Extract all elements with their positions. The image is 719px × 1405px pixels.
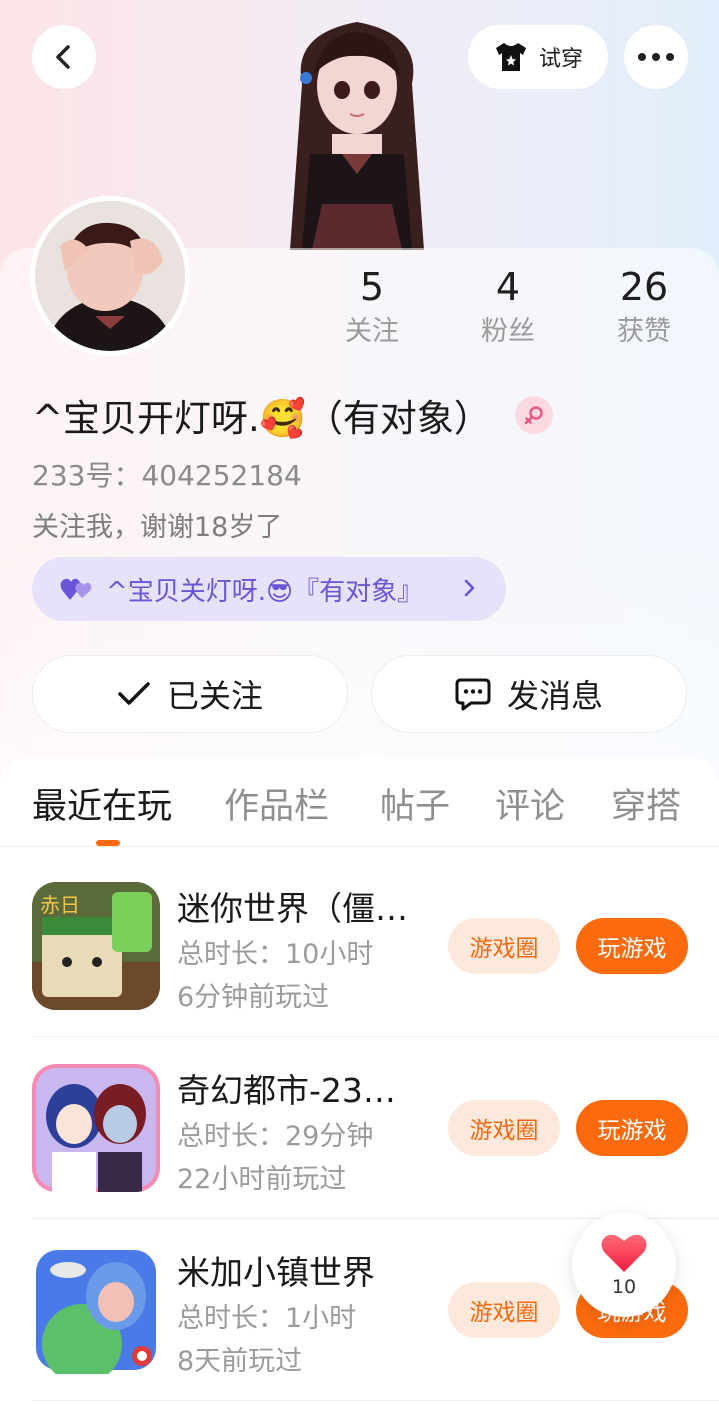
try-on-button[interactable]: 试穿: [468, 25, 608, 89]
row-divider: [32, 1400, 719, 1401]
game-icon-miga-town: [32, 1246, 160, 1374]
like-count: 10: [611, 1276, 637, 1298]
send-message-label: 发消息: [506, 677, 603, 715]
game-last-played: 8天前玩过: [177, 1346, 303, 1377]
checkmark-icon: [118, 682, 150, 705]
female-gender-icon: [514, 396, 553, 434]
game-circle-button[interactable]: 游戏圈: [448, 918, 560, 974]
game-icon-fantasy-city: [32, 1064, 160, 1192]
game-duration: 总时长：1小时: [177, 1303, 357, 1334]
game-title: 米加小镇世界: [177, 1253, 375, 1292]
stat-fans-value: 4: [495, 265, 521, 309]
followed-label: 已关注: [166, 677, 263, 715]
nickname: ^宝贝开灯呀.🥰（有对象）: [32, 397, 491, 440]
chat-bubble-icon: [455, 678, 491, 711]
game-duration: 总时长：10小时: [177, 939, 374, 970]
play-game-button[interactable]: 玩游戏: [576, 1100, 688, 1156]
heart-icon: [601, 1234, 647, 1272]
tab-works[interactable]: 作品栏: [224, 778, 329, 829]
stat-following[interactable]: 5 关注: [312, 262, 432, 352]
more-options-button[interactable]: [624, 25, 688, 89]
tab-recently-played[interactable]: 最近在玩: [32, 778, 172, 829]
stat-fans-label: 粉丝: [481, 316, 535, 347]
tab-comments[interactable]: 评论: [495, 778, 565, 829]
stat-following-label: 关注: [345, 316, 399, 347]
game-title: 奇幻都市-23…: [177, 1071, 396, 1110]
game-duration: 总时长：29分钟: [177, 1121, 374, 1152]
stat-following-value: 5: [359, 265, 385, 309]
tab-divider: [0, 846, 719, 847]
more-icon: [638, 53, 674, 61]
game-circle-button[interactable]: 游戏圈: [448, 1282, 560, 1338]
try-on-label: 试穿: [538, 47, 583, 72]
tab-outfits[interactable]: 穿搭: [611, 778, 681, 829]
bio: 关注我，谢谢18岁了: [32, 512, 283, 543]
like-floating-button[interactable]: 10: [572, 1213, 676, 1317]
tshirt-icon: [495, 43, 526, 71]
row-divider: [32, 1036, 719, 1037]
double-heart-icon: [60, 578, 92, 600]
send-message-button[interactable]: 发消息: [371, 655, 687, 733]
stat-likes-value: 26: [619, 265, 669, 309]
back-button[interactable]: [32, 25, 96, 89]
couple-tag[interactable]: ^宝贝关灯呀.😎『有对象』: [32, 557, 506, 621]
svg-text:赤日: 赤日: [40, 893, 80, 917]
game-circle-button[interactable]: 游戏圈: [448, 1100, 560, 1156]
stat-fans[interactable]: 4 粉丝: [448, 262, 568, 352]
game-last-played: 6分钟前玩过: [177, 982, 330, 1013]
stat-likes[interactable]: 26 获赞: [584, 262, 704, 352]
avatar[interactable]: [30, 196, 190, 356]
game-icon-mini-world: 赤日: [32, 882, 160, 1010]
chevron-right-icon: [464, 579, 475, 597]
user-id: 233号：404252184: [32, 459, 302, 492]
game-title: 迷你世界（僵…: [177, 889, 408, 928]
couple-tag-label: ^宝贝关灯呀.😎『有对象』: [106, 576, 424, 607]
character-avatar-illustration: [290, 22, 424, 250]
followed-button[interactable]: 已关注: [32, 655, 348, 733]
profile-name-row: ^宝贝开灯呀.🥰（有对象）: [32, 388, 553, 442]
avatar-image: [35, 201, 185, 351]
play-game-button[interactable]: 玩游戏: [576, 918, 688, 974]
game-last-played: 22小时前玩过: [177, 1164, 347, 1195]
chevron-left-icon: [56, 45, 70, 69]
stat-likes-label: 获赞: [617, 316, 671, 347]
tab-posts[interactable]: 帖子: [380, 778, 450, 829]
